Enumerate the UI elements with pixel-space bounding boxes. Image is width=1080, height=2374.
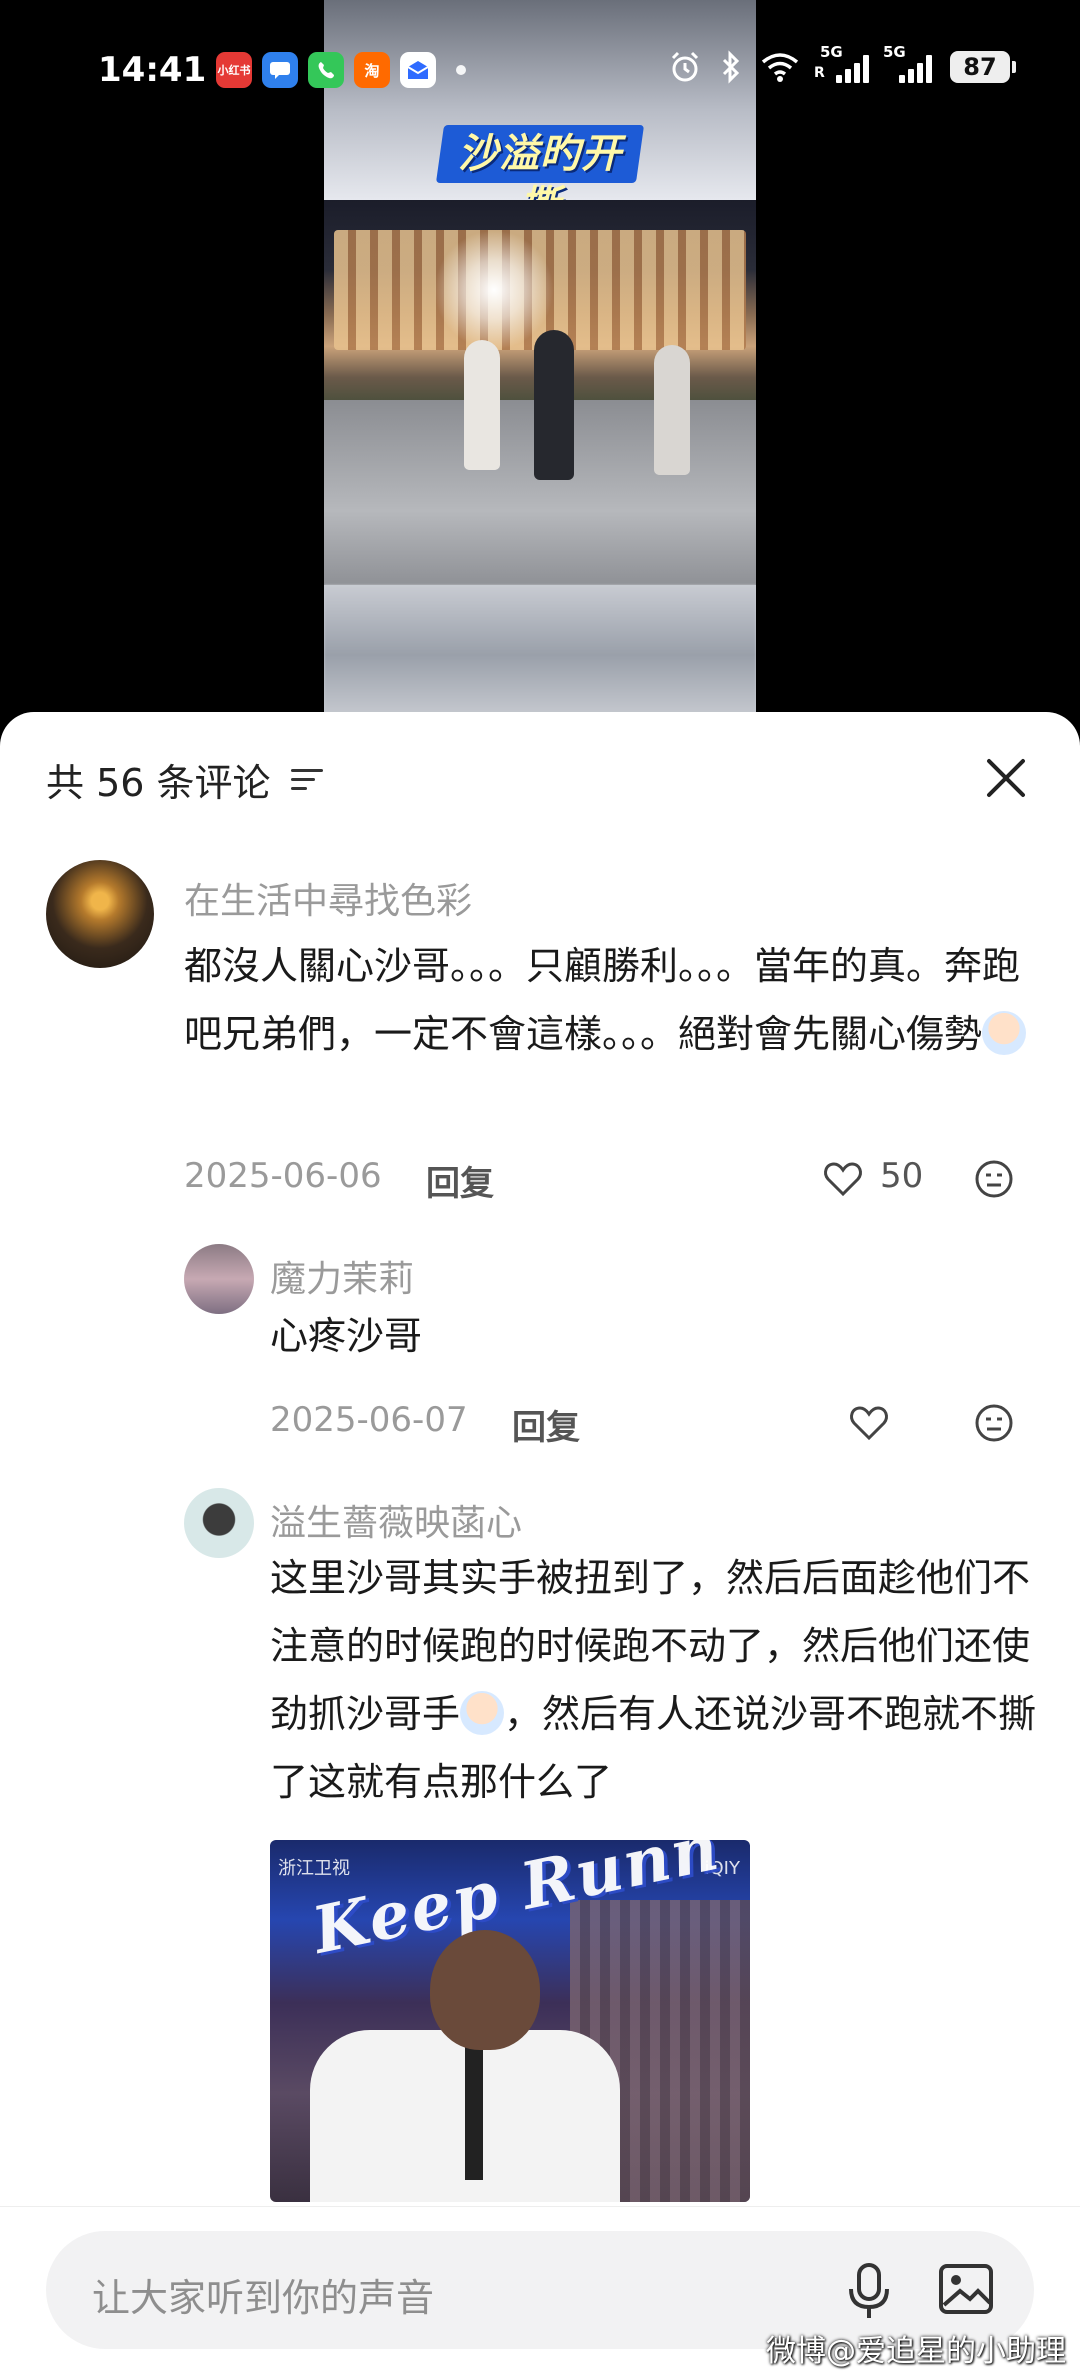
crying-emoji-icon — [982, 1011, 1027, 1055]
sort-filter-icon[interactable] — [290, 767, 325, 793]
scene-person — [464, 340, 500, 470]
alarm-icon — [671, 51, 699, 82]
comment-text-content: 都沒人關心沙哥。。。只顧勝利。。。當年的真。奔跑吧兄弟們，一定不會這樣。。。絕對… — [184, 944, 1021, 1056]
mail-app-icon — [400, 52, 436, 88]
comment-input-placeholder: 让大家听到你的声音 — [92, 2276, 435, 2320]
status-time: 14:41 — [98, 50, 207, 90]
video-player[interactable]: 沙溢旳开撕 — [0, 0, 1080, 740]
crying-emoji-icon — [460, 1691, 505, 1735]
video-scene — [324, 200, 756, 585]
video-frame[interactable]: 沙溢旳开撕 — [324, 0, 756, 740]
comment-text[interactable]: 都沒人關心沙哥。。。只顧勝利。。。當年的真。奔跑吧兄弟們，一定不會這樣。。。絕對… — [184, 932, 1034, 1068]
meh-face-icon[interactable] — [973, 1402, 1015, 1444]
comment-text[interactable]: 心疼沙哥 — [270, 1302, 1030, 1370]
heart-icon[interactable] — [822, 1158, 864, 1200]
reply-button[interactable]: 回复 — [426, 1156, 494, 1205]
phone-app-icon — [308, 52, 344, 88]
cellular-signal-1-icon: 5G R — [814, 43, 869, 83]
video-title: 沙溢旳开撕 — [458, 131, 622, 229]
more-notifications-dot — [456, 65, 466, 75]
close-icon[interactable] — [984, 756, 1028, 800]
like-count: 50 — [880, 1156, 924, 1196]
image-tie — [465, 2040, 483, 2180]
comment-attached-image[interactable]: 浙江卫视 iQIY Keep Runn — [270, 1840, 750, 2202]
notification-icons: 小红书 淘 — [216, 52, 466, 88]
comment-meta: 2025-06-07 回复 — [0, 1394, 1080, 1454]
roaming-label: R — [814, 65, 825, 81]
taobao-app-icon: 淘 — [354, 52, 390, 88]
comments-panel: 共 56 条评论 在生活中尋找色彩 都沒人關心沙哥。。。只顧勝利。。。當年的真。… — [0, 712, 1080, 2374]
comments-header: 共 56 条评论 — [0, 712, 1080, 842]
comment-count-label: 共 56 条评论 — [46, 761, 271, 805]
microphone-icon[interactable] — [844, 2261, 894, 2321]
network-type-label: 5G — [820, 43, 843, 61]
avatar[interactable] — [184, 1244, 254, 1314]
comment-text[interactable]: 这里沙哥其实手被扭到了，然后后面趁他们不注意的时候跑的时候跑不动了，然后他们还使… — [270, 1544, 1040, 1816]
avatar[interactable] — [184, 1488, 254, 1558]
image-person-head — [430, 1930, 540, 2050]
battery-indicator: 87 — [950, 51, 1016, 83]
network-type-label: 5G — [883, 43, 906, 61]
comment-username[interactable]: 溢生薔薇映菡心 — [270, 1494, 522, 1546]
heart-icon[interactable] — [848, 1402, 890, 1444]
bluetooth-icon — [722, 50, 740, 84]
image-channel-logo: 浙江卫视 — [278, 1858, 350, 1879]
comment-count-group: 共 56 条评论 — [46, 752, 325, 807]
reply-button[interactable]: 回复 — [512, 1400, 580, 1449]
avatar[interactable] — [46, 860, 154, 968]
system-indicators: 5G R 5G 87 — [668, 43, 1016, 84]
scene-person — [654, 345, 690, 475]
comment-meta: 2025-06-06 回复 50 — [0, 1150, 1080, 1210]
comment-date: 2025-06-07 — [270, 1400, 468, 1440]
comment-username[interactable]: 在生活中尋找色彩 — [184, 872, 472, 924]
scene-person — [534, 330, 574, 480]
wifi-icon — [761, 53, 799, 82]
cellular-signal-2-icon: 5G — [883, 43, 932, 83]
image-upload-icon[interactable] — [938, 2263, 994, 2315]
comment-date: 2025-06-06 — [184, 1156, 382, 1196]
comment-username[interactable]: 魔力茉莉 — [270, 1250, 414, 1302]
source-watermark: 微博@爱追星的小助理 — [766, 2334, 1066, 2369]
xiaohongshu-app-icon: 小红书 — [216, 52, 252, 88]
scene-light — [434, 230, 554, 350]
meh-face-icon[interactable] — [973, 1158, 1015, 1200]
message-app-icon — [262, 52, 298, 88]
status-bar: 14:41 小红书 淘 5G R 5G 87 — [0, 36, 1080, 106]
